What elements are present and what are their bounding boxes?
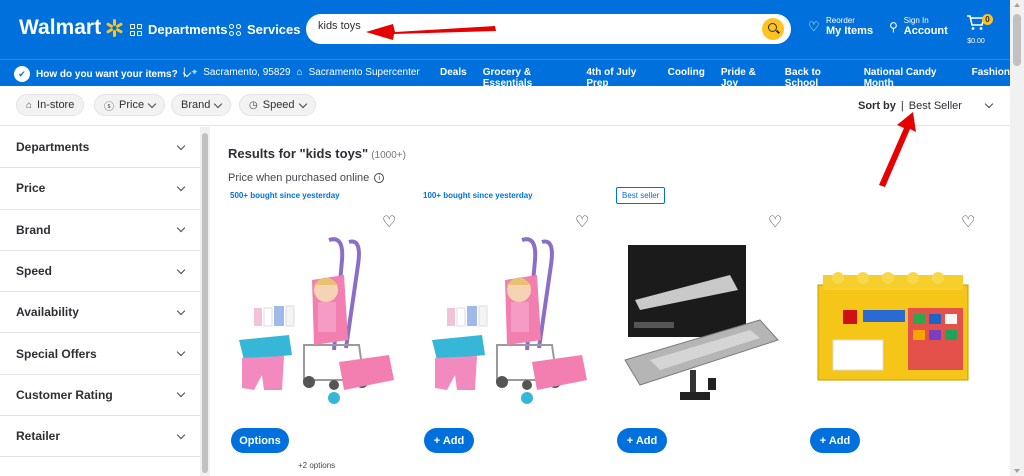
page-scrollbar[interactable] xyxy=(1010,0,1024,476)
scroll-down-arrow[interactable] xyxy=(1014,469,1020,473)
scrollbar-thumb[interactable] xyxy=(1013,14,1021,66)
annotation-arrow-sort xyxy=(879,112,916,187)
scroll-up-arrow[interactable] xyxy=(1014,3,1020,7)
annotation-overlay xyxy=(366,24,916,187)
annotation-arrow-search xyxy=(366,24,496,40)
